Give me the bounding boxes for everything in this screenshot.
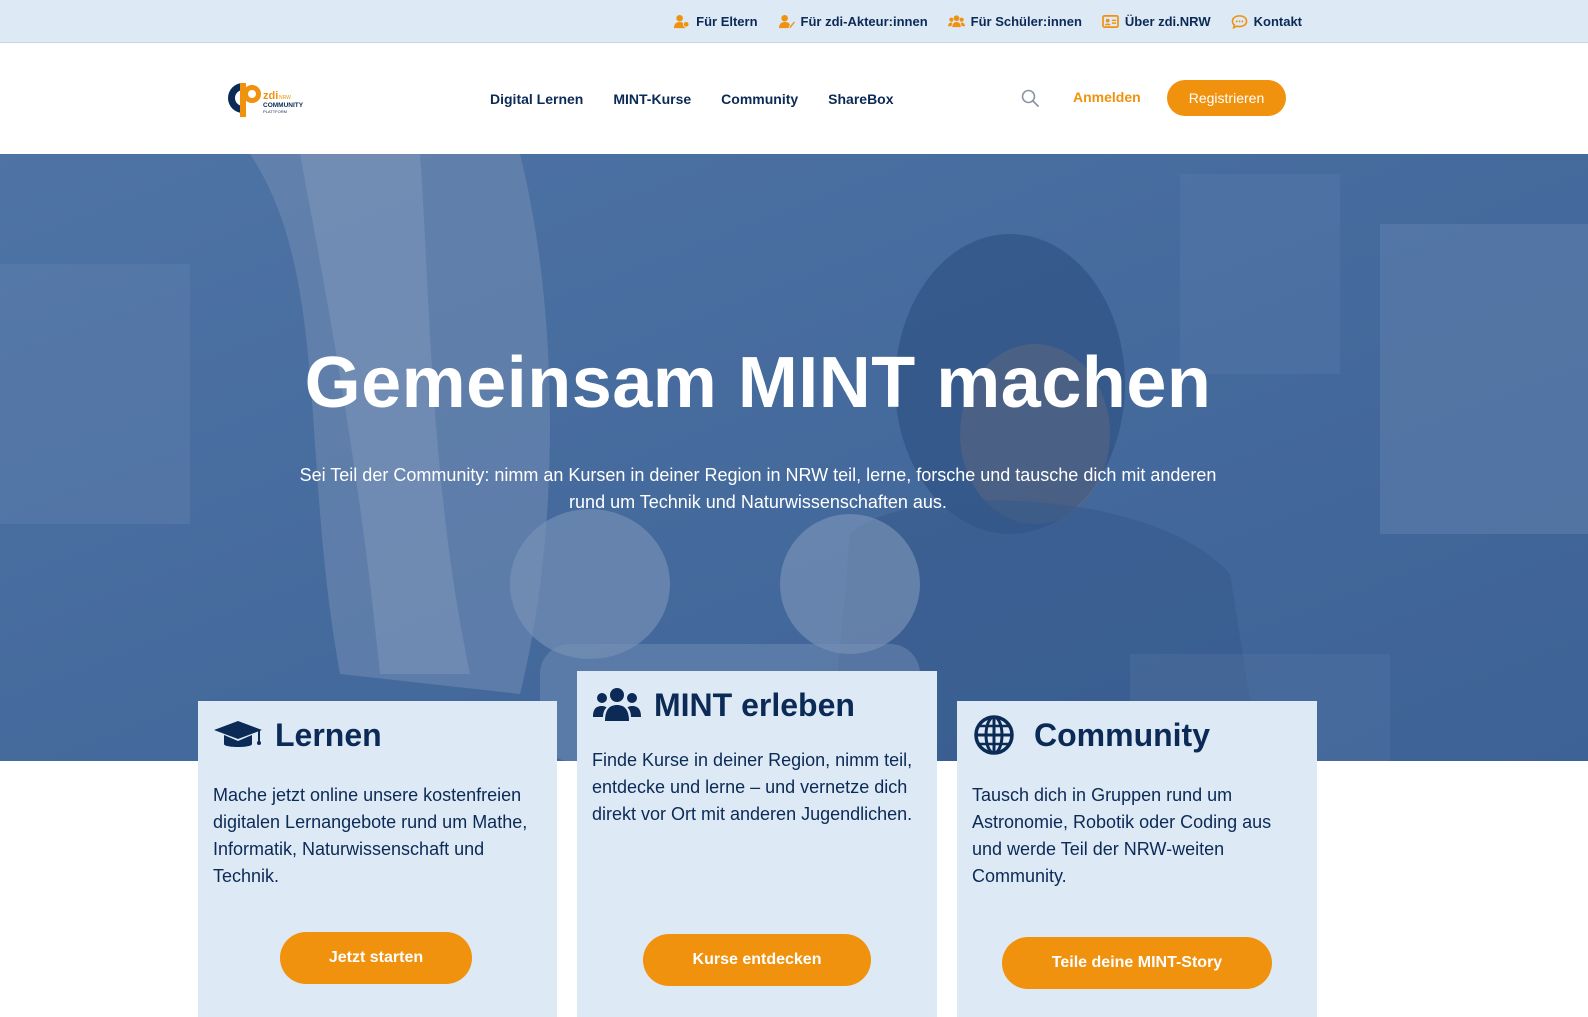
- search-button[interactable]: [1021, 89, 1039, 107]
- users-group-icon: [593, 688, 641, 721]
- top-link-akteure[interactable]: Für zdi-Akteur:innen: [778, 14, 928, 29]
- card-title: Community: [1034, 716, 1210, 753]
- card-text: Mache jetzt online unsere kostenfreien d…: [213, 785, 528, 886]
- top-link-label: Kontakt: [1253, 13, 1302, 29]
- card-header: MINT erleben: [592, 685, 855, 725]
- card-text: Finde Kurse in deiner Region, nimm teil,…: [592, 750, 913, 824]
- top-links: Für Eltern Für zdi-Akteur:innen Für Schü…: [673, 0, 1302, 42]
- top-link-schueler[interactable]: Für Schüler:innen: [947, 13, 1082, 29]
- id-card-icon: [1102, 14, 1119, 28]
- hero-overlay: [0, 154, 1588, 761]
- hero-section: Gemeinsam MINT machen Sei Teil der Commu…: [0, 154, 1588, 761]
- register-button[interactable]: Registrieren: [1167, 80, 1286, 116]
- top-link-label: Für Eltern: [696, 13, 758, 29]
- card-header: Community: [972, 715, 1210, 755]
- graduation-cap-icon: [214, 721, 262, 747]
- main-nav: Digital Lernen MINT-Kurse Community Shar…: [490, 43, 894, 154]
- top-link-ueber[interactable]: Über zdi.NRW: [1102, 14, 1211, 29]
- parent-icon: [674, 14, 690, 28]
- logo-brand: zdi: [263, 90, 278, 102]
- card-title: MINT erleben: [654, 686, 855, 723]
- logo-region: NRW: [279, 95, 291, 101]
- jetzt-starten-button[interactable]: Jetzt starten: [280, 932, 472, 984]
- site-logo[interactable]: zdi NRW COMMUNITY PLATTFORM: [226, 80, 306, 120]
- nav-mint-kurse[interactable]: MINT-Kurse: [613, 91, 691, 107]
- card-header: Lernen: [213, 715, 382, 755]
- hero-subtitle: Sei Teil der Community: nimm an Kursen i…: [299, 465, 1217, 512]
- card-lernen: Lernen Mache jetzt online unsere kostenf…: [198, 701, 557, 1017]
- search-icon: [1021, 89, 1039, 107]
- user-edit-icon: [778, 14, 795, 28]
- top-link-label: Für Schüler:innen: [970, 13, 1082, 29]
- main-header: zdi NRW COMMUNITY PLATTFORM Digital Lern…: [0, 43, 1588, 154]
- users-icon: [947, 14, 965, 27]
- top-link-kontakt[interactable]: Kontakt: [1231, 14, 1302, 29]
- teile-mint-story-button[interactable]: Teile deine MINT-Story: [1002, 937, 1272, 989]
- nav-community[interactable]: Community: [721, 91, 798, 107]
- zdi-logo: zdi NRW COMMUNITY PLATTFORM: [228, 83, 304, 117]
- logo-line1: COMMUNITY: [263, 102, 304, 109]
- kurse-entdecken-button[interactable]: Kurse entdecken: [643, 934, 871, 986]
- globe-icon: [974, 715, 1014, 755]
- card-mint-erleben: MINT erleben Finde Kurse in deiner Regio…: [577, 671, 937, 1017]
- top-link-eltern[interactable]: Für Eltern: [673, 13, 758, 29]
- login-link[interactable]: Anmelden: [1073, 89, 1141, 105]
- card-title: Lernen: [275, 716, 382, 753]
- hero-title: Gemeinsam MINT machen: [304, 343, 1212, 423]
- card-community: Community Tausch dich in Gruppen rund um…: [957, 701, 1317, 1017]
- card-text: Tausch dich in Gruppen rund um Astronomi…: [972, 785, 1272, 886]
- logo-line2: PLATTFORM: [263, 109, 287, 114]
- chat-icon: [1231, 14, 1247, 29]
- top-utility-bar: Für Eltern Für zdi-Akteur:innen Für Schü…: [0, 0, 1588, 43]
- nav-sharebox[interactable]: ShareBox: [828, 91, 893, 107]
- nav-digital-lernen[interactable]: Digital Lernen: [490, 91, 583, 107]
- top-link-label: Für zdi-Akteur:innen: [800, 13, 928, 29]
- top-link-label: Über zdi.NRW: [1124, 13, 1211, 29]
